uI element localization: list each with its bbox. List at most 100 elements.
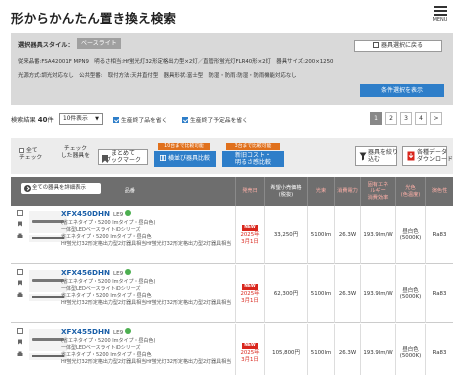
desc-line-2: 一体型LEDベースライトiDシリーズ	[61, 227, 141, 233]
checked-hint: チェック した器具を	[61, 146, 90, 160]
row-checkbox[interactable]	[17, 328, 23, 334]
price-cell: 62,300円	[265, 265, 308, 323]
desc-line-4: Hf蛍光灯32形定格出力型2灯器具相当Hf蛍光灯32形定格出力型2灯器具相当	[61, 359, 232, 365]
menu-label: MENU	[432, 17, 448, 23]
bookmark-icon	[102, 155, 108, 163]
bookmark-icon[interactable]	[17, 221, 23, 227]
release-l1: 2025年	[240, 291, 260, 298]
col-color-l2: (色温度)	[400, 191, 421, 198]
color-cell: 昼白色 (5000K)	[396, 206, 426, 264]
table-row: XFX455DHN LE9 (省エネタイプ・5200 lmタイプ・昼白色) 一体型…	[11, 324, 453, 375]
style-badge: ベースライト	[77, 38, 121, 49]
action-toolbar: 全て チェック チェック した器具を まとめて ブックマーク 10台まで比較可能…	[11, 138, 453, 174]
color-cell: 昼白色 (5000K)	[396, 324, 426, 375]
side-by-side-compare-button[interactable]: 横並び器具比較	[154, 151, 216, 167]
new-badge: NEW	[242, 343, 258, 350]
model-number: XFX456DHN	[61, 268, 110, 277]
page-1[interactable]: 1	[370, 112, 382, 125]
exclude-discontinued-option[interactable]: 生産終了品を省く	[113, 115, 167, 124]
page-3[interactable]: 3	[400, 112, 412, 125]
next-page[interactable]: >	[430, 112, 442, 125]
exclude-discontinued-label: 生産終了品を省く	[121, 118, 168, 124]
desc-line-2: 一体型LEDベースライトiDシリーズ	[61, 286, 141, 292]
bookmark-label-2: ブックマーク	[104, 156, 141, 164]
compare-icon	[159, 155, 166, 161]
model-number: XFX455DHN	[61, 327, 110, 336]
new-badge: NEW	[242, 284, 258, 291]
result-count: 検索結果 40件	[11, 115, 54, 124]
page-4[interactable]: 4	[415, 112, 427, 125]
col-color-l1: 光色	[405, 185, 416, 192]
desc-line-1: (省エネタイプ・5200 lmタイプ・昼白色)	[61, 338, 156, 344]
back-to-selection-button[interactable]: 器具選択に戻る	[354, 40, 442, 52]
color-cell: 昼白色 (5000K)	[396, 265, 426, 323]
data-download-button[interactable]: 各種データ ダウンロード	[402, 146, 453, 166]
col-price: 希望小売価格 (税抜)	[265, 177, 308, 206]
model-link[interactable]: XFX450DHN LE9	[61, 209, 132, 218]
model-link[interactable]: XFX456DHN LE9	[61, 268, 132, 277]
col-release: 発売日	[236, 177, 265, 206]
eco-icon	[125, 328, 132, 334]
col-eff-l3: 消費効率	[367, 194, 389, 201]
cost-brightness-compare-button[interactable]: 新旧コスト・ 明るさ感比較	[222, 151, 284, 167]
lamp-shape	[32, 338, 64, 341]
efficiency-cell: 193.9lm/W	[361, 265, 396, 323]
flux-cell: 5100lm	[308, 324, 335, 375]
table-row: XFX456DHN LE9 (省エネタイプ・5200 lmタイプ・昼白色) 一体型…	[11, 265, 453, 323]
page-title: 形からかんたん置き換え検索	[11, 11, 177, 26]
exclude-planned-discontinued-option[interactable]: 生産終了予定品を省く	[182, 115, 248, 124]
check-all[interactable]: 全て チェック	[19, 148, 42, 162]
check-circle-icon	[24, 185, 31, 192]
new-badge: NEW	[242, 225, 258, 232]
show-conditions-button[interactable]: 条件選択を表示	[360, 84, 444, 97]
page-2[interactable]: 2	[385, 112, 397, 125]
efficiency-cell: 193.9lm/W	[361, 324, 396, 375]
print-icon[interactable]	[17, 292, 23, 298]
print-icon[interactable]	[17, 351, 23, 357]
power-cell: 26.3W	[335, 206, 361, 264]
show-all-details-button[interactable]: 全ての器具を詳細表示	[21, 183, 101, 194]
desc-line-1: (省エネタイプ・5200 lmタイプ・昼白色)	[61, 220, 156, 226]
flux-cell: 5100lm	[308, 206, 335, 264]
print-icon[interactable]	[17, 233, 23, 239]
model-suffix: LE9	[113, 271, 124, 277]
cost-compare-label-1: 新旧コスト・	[234, 152, 271, 159]
menu-button[interactable]: MENU	[427, 6, 453, 28]
model-link[interactable]: XFX455DHN LE9	[61, 327, 132, 336]
bookmark-icon[interactable]	[17, 280, 23, 286]
compare-label: 横並び器具比較	[167, 155, 210, 162]
checkbox-icon	[19, 148, 24, 153]
cost-compare-label-2: 明るさ感比較	[234, 159, 271, 166]
cri-cell: Ra83	[432, 231, 447, 238]
color-l2: (5000K)	[399, 235, 422, 241]
col-price-l2: (税抜)	[278, 191, 294, 198]
bookmark-all-button[interactable]: まとめて ブックマーク	[98, 149, 148, 165]
show-all-details-label: 全ての器具を詳細表示	[32, 185, 86, 191]
release-l2: 3月1日	[241, 356, 259, 363]
checked-hint-line-1: チェック	[63, 146, 88, 152]
per-page-value: 10件表示	[63, 116, 88, 122]
col-flux: 光束	[308, 177, 335, 206]
narrow-down-button[interactable]: 器具を絞り 込む	[355, 146, 398, 166]
color-l2: (5000K)	[399, 353, 422, 359]
exclude-planned-discontinued-label: 生産終了予定品を省く	[190, 118, 248, 124]
table-header: 品番 全ての器具を詳細表示 発売日 希望小売価格 (税抜) 光束 消費電力 固有エ…	[11, 177, 453, 206]
flux-cell: 5100lm	[308, 265, 335, 323]
price-cell: 105,800円	[265, 324, 308, 375]
style-label: 選択器具スタイル：	[18, 42, 74, 49]
row-checkbox[interactable]	[17, 269, 23, 275]
per-page-select[interactable]: 10件表示 ▼	[59, 113, 103, 125]
col-efficiency: 固有エネ ルギー 消費効率	[361, 177, 396, 206]
condition-line-1: 従来品番:FSA42001F MPN9 明るさ相当:Hf蛍光灯32形定格出力型×…	[18, 59, 334, 65]
power-cell: 26.3W	[335, 324, 361, 375]
download-label-1: 各種データ	[417, 149, 448, 156]
eco-icon	[125, 269, 132, 275]
header: 形からかんたん置き換え検索 MENU	[0, 0, 465, 30]
price-cell: 33,250円	[265, 206, 308, 264]
desc-line-3: 省エネタイプ・5200 lmタイプ・昼白色	[61, 293, 152, 299]
row-checkbox[interactable]	[17, 210, 23, 216]
condition-line-2: 光源方式:調光対応なし 公共型番: 取付方法:天井直付型 器具形状:富士型 防湿…	[18, 73, 297, 79]
bookmark-icon[interactable]	[17, 339, 23, 345]
eco-icon	[125, 210, 132, 216]
lamp-shape	[32, 279, 64, 282]
